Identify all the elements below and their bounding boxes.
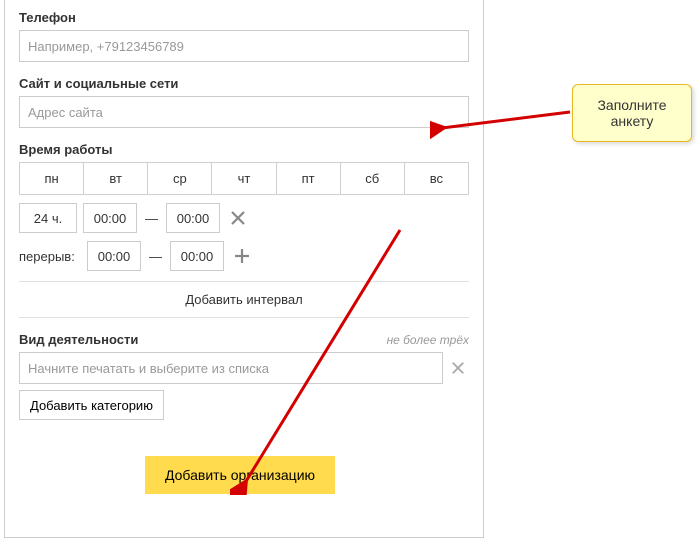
phone-field: Телефон [19,10,469,62]
remove-hours-button[interactable] [226,206,250,230]
full-day-select[interactable]: 24 ч. [19,203,77,233]
add-interval-button[interactable]: Добавить интервал [19,281,469,318]
day-tue[interactable]: вт [84,163,148,194]
callout-box: Заполните анкету [572,84,692,142]
site-field: Сайт и социальные сети [19,76,469,128]
activity-input[interactable] [19,352,443,384]
time-to-input[interactable]: 00:00 [166,203,220,233]
break-from-input[interactable]: 00:00 [87,241,141,271]
main-hours-row: 24 ч. 00:00 — 00:00 [19,203,469,233]
day-wed[interactable]: ср [148,163,212,194]
day-fri[interactable]: пт [277,163,341,194]
submit-button[interactable]: Добавить организацию [145,456,335,494]
submit-wrap: Добавить организацию [19,434,469,494]
activity-hint: не более трёх [387,333,469,347]
day-thu[interactable]: чт [212,163,276,194]
callout-line2: анкету [583,113,681,129]
activity-field: Вид деятельности не более трёх Добавить … [19,332,469,420]
site-input[interactable] [19,96,469,128]
organization-form: Телефон Сайт и социальные сети Время раб… [4,0,484,538]
hours-label: Время работы [19,142,469,157]
close-icon [230,210,246,226]
clear-activity-button[interactable] [447,361,469,375]
add-break-button[interactable] [230,244,254,268]
phone-input[interactable] [19,30,469,62]
close-icon [451,361,465,375]
plus-icon [234,248,250,264]
phone-label: Телефон [19,10,469,25]
day-sat[interactable]: сб [341,163,405,194]
break-row: перерыв: 00:00 — 00:00 [19,241,469,271]
time-from-input[interactable]: 00:00 [83,203,137,233]
break-to-input[interactable]: 00:00 [170,241,224,271]
dash: — [147,249,164,264]
activity-input-row [19,352,469,384]
hours-field: Время работы пн вт ср чт пт сб вс 24 ч. … [19,142,469,318]
dash: — [143,211,160,226]
day-sun[interactable]: вс [405,163,469,194]
callout-line1: Заполните [583,97,681,113]
break-label: перерыв: [19,249,81,264]
activity-header: Вид деятельности не более трёх [19,332,469,347]
activity-label: Вид деятельности [19,332,138,347]
day-mon[interactable]: пн [20,163,84,194]
site-label: Сайт и социальные сети [19,76,469,91]
add-category-button[interactable]: Добавить категорию [19,390,164,420]
days-row: пн вт ср чт пт сб вс [19,162,469,195]
